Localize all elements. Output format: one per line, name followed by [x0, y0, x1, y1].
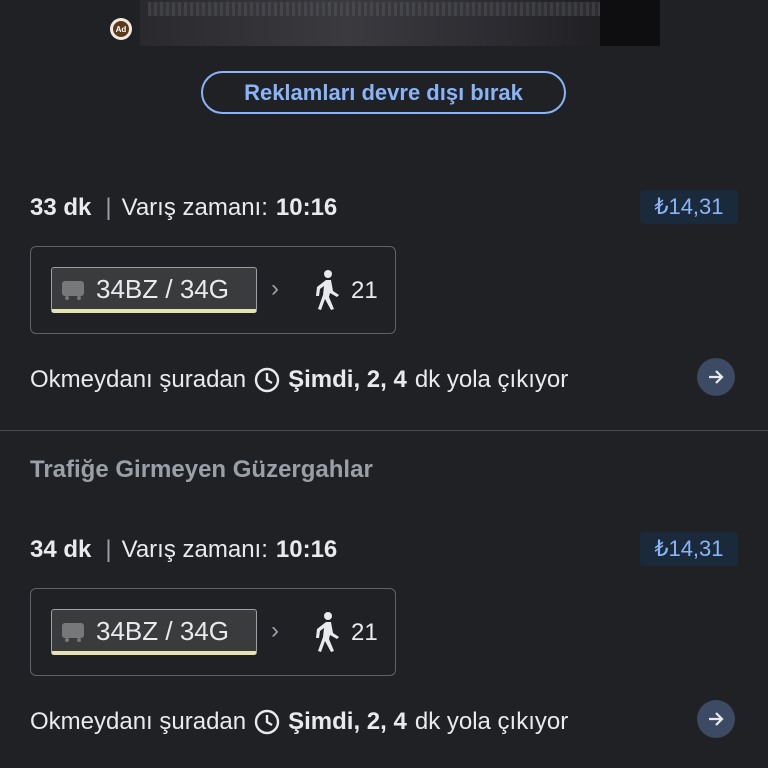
route-duration: 33 dk — [30, 194, 92, 221]
stop-text: Okmeydanı şuradan — [30, 366, 247, 393]
disable-ads-button[interactable]: Reklamları devre dışı bırak — [201, 71, 566, 114]
arrow-right-icon — [709, 370, 724, 384]
clock-icon — [254, 709, 280, 735]
chevron-right-icon: › — [271, 275, 279, 302]
walk-icon — [316, 270, 339, 310]
route-duration: 34 dk — [30, 536, 92, 563]
start-navigation-button[interactable] — [697, 358, 735, 396]
ad-banner-image[interactable] — [140, 0, 660, 46]
transit-line-chip: 34BZ / 34G — [51, 267, 257, 313]
bus-icon — [62, 623, 84, 642]
transit-line-chip: 34BZ / 34G — [51, 609, 257, 655]
departure-tail: dk yola çıkıyor — [414, 708, 569, 735]
transit-line-label: 34BZ / 34G — [96, 616, 229, 646]
separator: | — [105, 536, 112, 563]
arrival-label: Varış zamanı: — [121, 536, 268, 563]
section-title: Trafiğe Girmeyen Güzergahlar — [30, 456, 373, 483]
fare-badge: ₺14,31 — [640, 532, 738, 566]
arrival-label: Varış zamanı: — [121, 194, 268, 221]
divider — [0, 430, 768, 431]
ad-choices-icon: Ad — [113, 21, 129, 37]
departure-now: Şimdi, 2, 4 — [288, 708, 407, 735]
chevron-right-icon: › — [271, 617, 279, 644]
stop-text: Okmeydanı şuradan — [30, 708, 247, 735]
route-header: 33 dk | Varış zamanı: 10:16 — [30, 194, 337, 222]
departure-now: Şimdi, 2, 4 — [288, 366, 407, 393]
ad-banner-dark-region — [600, 0, 660, 46]
ad-badge-icon[interactable]: Ad — [110, 18, 132, 40]
transit-line-label: 34BZ / 34G — [96, 274, 229, 304]
route-header: 34 dk | Varış zamanı: 10:16 — [30, 536, 337, 564]
departure-info: Okmeydanı şuradan Şimdi, 2, 4 dk yola çı… — [30, 366, 568, 394]
arrival-time: 10:16 — [275, 194, 338, 221]
departure-tail: dk yola çıkıyor — [414, 366, 569, 393]
route-steps-box[interactable]: 34BZ / 34G › 21 — [30, 588, 396, 676]
bus-icon — [62, 281, 84, 300]
start-navigation-button[interactable] — [697, 700, 735, 738]
arrival-time: 10:16 — [275, 536, 338, 563]
walk-icon — [316, 612, 339, 652]
arrow-right-icon — [709, 712, 724, 726]
clock-icon — [254, 367, 280, 393]
ad-banner-text-blur — [148, 2, 618, 16]
route-steps-box[interactable]: 34BZ / 34G › 21 — [30, 246, 396, 334]
walk-minutes: 21 — [351, 277, 378, 304]
separator: | — [105, 194, 112, 221]
walk-minutes: 21 — [351, 619, 378, 646]
departure-info: Okmeydanı şuradan Şimdi, 2, 4 dk yola çı… — [30, 708, 568, 736]
fare-badge: ₺14,31 — [640, 190, 738, 224]
